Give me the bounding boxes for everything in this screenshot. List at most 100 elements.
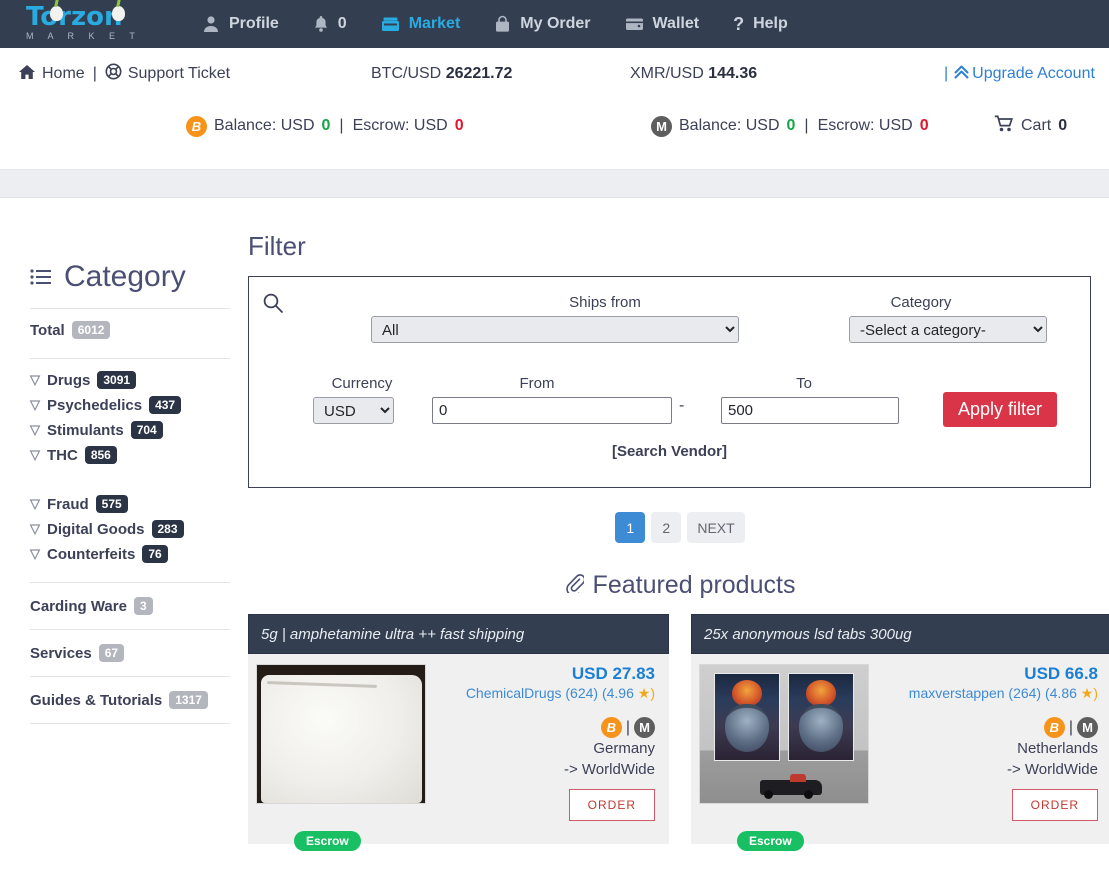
nav-item-profile[interactable]: Profile — [202, 15, 279, 33]
cart-icon — [994, 115, 1014, 137]
product-body: Escrow USD 27.83 ChemicalDrugs (624) (4.… — [248, 654, 669, 851]
featured-products-heading: Featured products — [248, 571, 1109, 600]
upgrade-account-link[interactable]: | Upgrade Account — [944, 64, 1095, 85]
product-vendor[interactable]: maxverstappen (264) (4.86 ★) — [869, 684, 1098, 703]
btc-rate-value: 26221.72 — [445, 65, 513, 82]
pagination-next-button[interactable]: NEXT — [687, 512, 745, 543]
category-label: Category — [890, 294, 952, 311]
sidebar-item-thc[interactable]: ▽ THC 856 — [30, 446, 248, 464]
top-navigation-bar: Torzon M A R K E T Profile 0 Market My O… — [0, 0, 1109, 48]
sidebar-item-label: Carding Ware — [30, 597, 127, 615]
wallet-icon — [625, 16, 644, 32]
nav-item-market[interactable]: Market — [381, 15, 460, 33]
sidebar-item-label: THC — [47, 446, 78, 464]
site-logo[interactable]: Torzon M A R K E T — [26, 2, 158, 46]
order-button[interactable]: ORDER — [1011, 789, 1098, 821]
sidebar-item-label: Drugs — [47, 371, 91, 389]
sidebar-item-services[interactable]: Services 67 — [30, 644, 248, 662]
triangle-down-icon: ▽ — [30, 397, 40, 412]
product-ships-to: -> WorldWide — [1007, 761, 1098, 778]
product-vendor[interactable]: ChemicalDrugs (624) (4.96 ★) — [426, 684, 655, 703]
nav-item-wallet[interactable]: Wallet — [625, 15, 699, 33]
apply-filter-button[interactable]: Apply filter — [943, 392, 1058, 427]
logo-subtitle: M A R K E T — [26, 31, 141, 41]
btc-icon: B — [1043, 717, 1065, 738]
paperclip-icon — [565, 571, 585, 600]
currency-select[interactable]: USD — [313, 397, 394, 424]
sidebar-item-total[interactable]: Total 6012 — [30, 321, 248, 339]
price-to-input[interactable] — [721, 397, 899, 424]
search-vendor-link[interactable]: [Search Vendor] — [249, 443, 1090, 460]
home-link[interactable]: Home — [42, 65, 85, 83]
sidebar-item-stimulants[interactable]: ▽ Stimulants 704 — [30, 421, 248, 439]
page-body: Category Total 6012 ▽ Drugs 3091 ▽ Psych… — [0, 198, 1109, 851]
xmr-rate: XMR/USD 144.36 — [630, 65, 757, 83]
sidebar-item-count: 283 — [151, 520, 184, 538]
xmr-balance-label: Balance: USD — [679, 117, 780, 134]
sidebar-item-count: 1317 — [169, 691, 208, 709]
xmr-icon: M — [634, 717, 655, 738]
triangle-down-icon: ▽ — [30, 496, 40, 511]
balance-divider: | — [339, 117, 344, 134]
search-icon[interactable] — [262, 292, 284, 319]
product-info: USD 66.8 maxverstappen (264) (4.86 ★) B … — [869, 664, 1104, 844]
logo-wordmark: Torzon — [26, 2, 123, 32]
xmr-balance-value: 0 — [786, 117, 796, 134]
pagination-page-2[interactable]: 2 — [651, 512, 682, 543]
nav-label: Help — [753, 15, 788, 32]
price-from-input[interactable] — [432, 397, 672, 424]
sidebar-item-carding-ware[interactable]: Carding Ware 3 — [30, 597, 248, 615]
ships-from-select[interactable]: All — [371, 316, 739, 343]
order-button[interactable]: ORDER — [568, 789, 655, 821]
nav-item-notifications[interactable]: 0 — [313, 15, 347, 33]
triangle-down-icon: ▽ — [30, 372, 40, 387]
cart-link[interactable]: Cart 0 — [994, 115, 1067, 137]
sidebar-item-fraud[interactable]: ▽ Fraud 575 — [30, 495, 248, 513]
poster-left — [714, 673, 780, 761]
nav-item-my-order[interactable]: My Order — [494, 15, 591, 33]
product-thumbnail-wrap: Escrow — [256, 664, 426, 851]
product-rating-star: ★) — [1080, 685, 1098, 701]
question-icon: ? — [733, 13, 745, 34]
sidebar-group-drugs: ▽ Drugs 3091 ▽ Psychedelics 437 ▽ Stimul… — [30, 359, 248, 483]
escrow-badge: Escrow — [737, 831, 804, 851]
product-card[interactable]: 5g | amphetamine ultra ++ fast shipping … — [248, 614, 669, 851]
support-ticket-icon — [105, 63, 122, 85]
pagination-page-1[interactable]: 1 — [615, 512, 646, 543]
sidebar-title-label: Category — [64, 260, 186, 293]
product-ships-from: Netherlands — [1017, 740, 1098, 757]
price-to-label: To — [796, 375, 812, 392]
btc-balance-group: B Balance: USD 0 | Escrow: USD 0 — [186, 115, 464, 137]
sidebar-item-counterfeits[interactable]: ▽ Counterfeits 76 — [30, 545, 248, 563]
triangle-down-icon: ▽ — [30, 447, 40, 462]
product-image[interactable] — [256, 664, 426, 804]
product-image[interactable] — [699, 664, 869, 804]
btc-escrow-value: 0 — [454, 117, 464, 134]
product-thumbnail-wrap: Escrow — [699, 664, 869, 851]
sidebar-item-count: 856 — [84, 446, 117, 464]
product-payment-icons: B | M — [869, 717, 1098, 738]
product-card[interactable]: 25x anonymous lsd tabs 300ug Escrow USD … — [691, 614, 1109, 851]
sidebar-item-digital-goods[interactable]: ▽ Digital Goods 283 — [30, 520, 248, 538]
balance-divider: | — [804, 117, 809, 134]
onion-icon — [50, 6, 63, 21]
sidebar-item-drugs[interactable]: ▽ Drugs 3091 — [30, 371, 248, 389]
category-select[interactable]: -Select a category- — [849, 316, 1047, 343]
pagination: 1 2 NEXT — [248, 512, 1109, 543]
support-ticket-link[interactable]: Support Ticket — [128, 65, 230, 83]
sidebar-item-count: 76 — [142, 545, 168, 563]
xmr-escrow-label: Escrow: USD — [817, 117, 913, 134]
sidebar-item-guides-tutorials[interactable]: Guides & Tutorials 1317 — [30, 691, 248, 709]
nav-item-help[interactable]: ? Help — [733, 14, 788, 35]
sidebar-item-psychedelics[interactable]: ▽ Psychedelics 437 — [30, 396, 248, 414]
product-body: Escrow USD 66.8 maxverstappen (264) (4.8… — [691, 654, 1109, 851]
info-bar: Home | Support Ticket BTC/USD 26221.72 X… — [0, 48, 1109, 170]
xmr-balance-group: M Balance: USD 0 | Escrow: USD 0 — [651, 115, 929, 137]
sidebar-block-carding-ware: Carding Ware 3 — [30, 583, 248, 629]
sidebar-item-count: 67 — [98, 644, 125, 662]
home-icon — [18, 64, 36, 85]
btc-escrow-label: Escrow: USD — [352, 117, 448, 134]
xmr-escrow-value: 0 — [919, 117, 929, 134]
product-vendor-label: maxverstappen (264) (4.86 — [908, 685, 1077, 701]
product-image-art — [257, 665, 425, 803]
